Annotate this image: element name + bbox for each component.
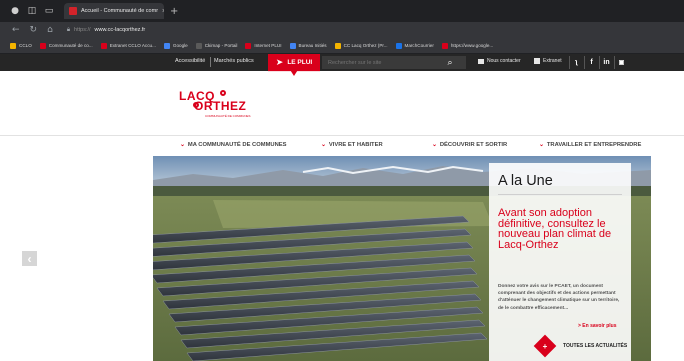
home-icon[interactable]: ⌂: [47, 25, 53, 35]
new-tab-button[interactable]: +: [170, 6, 178, 17]
bookmark-label: https://www.google...: [450, 43, 494, 48]
logo-mark-icon: [220, 90, 226, 96]
bookmark-label: Ckimap - Portail: [204, 43, 238, 48]
nav-ma-communaute[interactable]: ⌄ MA COMMUNAUTÉ DE COMMUNES: [180, 142, 287, 148]
bookmark-favicon-icon: [39, 42, 46, 49]
nav-vivre-habiter[interactable]: ⌄ VIVRE ET HABITER: [321, 142, 383, 148]
search-icon[interactable]: ⌕: [444, 56, 456, 69]
url-prefix: https://: [74, 27, 91, 33]
une-title-divider: [498, 194, 622, 195]
bookmark-item[interactable]: Internet PLUI: [245, 42, 282, 49]
divider: [210, 57, 211, 67]
bookmark-item[interactable]: Bureau Initiés: [289, 42, 327, 49]
extranet-link[interactable]: Extranet: [534, 58, 562, 64]
contact-link[interactable]: Nous contacter: [478, 58, 521, 64]
bookmark-favicon-icon: [10, 42, 16, 49]
bookmark-favicon-icon: [334, 42, 341, 49]
bookmark-favicon-icon: [163, 42, 170, 49]
carousel-prev-button[interactable]: ‹: [22, 251, 37, 266]
rss-icon[interactable]: ʅ: [569, 56, 583, 69]
bookmark-label: Bureau Initiés: [298, 43, 327, 48]
browser-profile-icon[interactable]: ●: [10, 6, 20, 16]
nav-decouvrir-sortir[interactable]: ⌄ DÉCOUVRIR ET SORTIR: [432, 142, 507, 148]
bookmark-item[interactable]: Ckimap - Portail: [195, 42, 238, 49]
site-logo[interactable]: LACQ ORTHEZ COMMUNAUTÉ DE COMMUNES: [179, 89, 269, 121]
extranet-icon: [534, 58, 540, 64]
contact-label: Nous contacter: [487, 58, 521, 64]
tab-actions-icon[interactable]: ▭: [44, 6, 54, 16]
bookmark-label: MarchCourrier: [404, 43, 434, 48]
nav-label: VIVRE ET HABITER: [328, 142, 383, 148]
en-savoir-plus-link[interactable]: > En savoir plus: [578, 323, 617, 329]
bookmark-label: Extranet CCLO Accu...: [109, 43, 156, 48]
une-title: A la Une: [498, 173, 553, 189]
lock-icon: 🔒︎: [66, 26, 71, 33]
arrow-right-icon: ➤: [275, 57, 284, 68]
logo-line-2: ORTHEZ: [194, 99, 247, 113]
url-field[interactable]: 🔒︎ https://www.cc-lacqorthez.fr: [67, 27, 145, 34]
bookmark-label: CCLO: [19, 43, 32, 48]
chevron-left-icon: ‹: [27, 251, 32, 266]
reload-icon[interactable]: ↻: [30, 25, 38, 35]
bookmark-label: Google: [172, 43, 188, 48]
url-domain: www.cc-lacqorthez.fr: [94, 27, 146, 33]
nav-travailler-entreprendre[interactable]: ⌄ TRAVAILLER ET ENTREPRENDRE: [539, 142, 641, 148]
bookmark-favicon-icon: [100, 42, 107, 49]
linkedin-icon[interactable]: in: [599, 56, 613, 69]
chevron-down-icon: ⌄: [539, 142, 544, 148]
bookmark-item[interactable]: CCLO: [10, 42, 32, 49]
window-controls: ● ◫ ▭: [10, 6, 54, 16]
le-plui-label: LE PLUI: [287, 59, 313, 66]
accessibilite-link[interactable]: Accessibilité: [175, 58, 205, 64]
nav-label: MA COMMUNAUTÉ DE COMMUNES: [187, 142, 287, 148]
site-favicon-icon: [69, 7, 77, 15]
bookmark-item[interactable]: https://www.google...: [441, 42, 494, 49]
extranet-label: Extranet: [543, 58, 562, 64]
facebook-icon[interactable]: f: [584, 56, 598, 69]
bookmark-item[interactable]: Communauté de co...: [39, 42, 93, 49]
bookmark-favicon-icon: [395, 42, 402, 49]
mail-icon: [478, 58, 484, 64]
browser-address-bar: ← ↻ ⌂ 🔒︎ https://www.cc-lacqorthez.fr: [0, 22, 684, 38]
nav-label: DÉCOUVRIR ET SORTIR: [439, 142, 508, 148]
logo-tagline: COMMUNAUTÉ DE COMMUNES: [205, 114, 251, 118]
bookmark-favicon-icon: [195, 42, 202, 49]
une-headline-link[interactable]: Avant son adoption définitive, consultez…: [498, 208, 626, 251]
marches-publics-link[interactable]: Marchés publics: [214, 58, 254, 64]
bookmark-label: CC Lacq Orthez (Pr...: [343, 43, 388, 48]
bookmark-label: Communauté de co...: [48, 43, 93, 48]
une-card: [489, 163, 631, 361]
bookmark-favicon-icon: [441, 42, 448, 49]
bookmark-label: Internet PLUI: [254, 43, 282, 48]
browser-tab-active[interactable]: Accueil - Communauté de comr ×: [64, 3, 164, 19]
une-description: Donnez votre avis sur le PCAET, un docum…: [498, 284, 620, 311]
nav-label: TRAVAILLER ET ENTREPRENDRE: [546, 142, 642, 148]
browser-tab-bar: ● ◫ ▭ Accueil - Communauté de comr × +: [0, 0, 684, 22]
tab-title: Accueil - Communauté de comr: [81, 8, 159, 14]
bookmark-item[interactable]: MarchCourrier: [395, 42, 434, 49]
plus-icon[interactable]: +: [537, 338, 553, 354]
bookmark-item[interactable]: Extranet CCLO Accu...: [100, 42, 156, 49]
bookmark-favicon-icon: [245, 42, 252, 49]
chevron-down-icon: ⌄: [321, 142, 326, 148]
nav-divider: [0, 135, 684, 136]
bookmark-item[interactable]: CC Lacq Orthez (Pr...: [334, 42, 388, 49]
workspaces-icon[interactable]: ◫: [27, 6, 37, 16]
chevron-down-icon: ⌄: [180, 142, 185, 148]
back-arrow-icon[interactable]: ←: [12, 25, 20, 35]
bookmarks-bar: CCLO Communauté de co... Extranet CCLO Acc…: [0, 38, 684, 54]
bookmark-item[interactable]: Google: [163, 42, 188, 49]
youtube-icon[interactable]: ▣: [614, 56, 628, 69]
all-news-label[interactable]: TOUTES LES ACTUALITÉS: [563, 343, 627, 349]
le-plui-button[interactable]: ➤ LE PLUI: [268, 54, 320, 76]
bookmark-favicon-icon: [289, 42, 296, 49]
tab-close-icon[interactable]: ×: [162, 8, 164, 15]
chevron-down-icon: ⌄: [432, 142, 437, 148]
